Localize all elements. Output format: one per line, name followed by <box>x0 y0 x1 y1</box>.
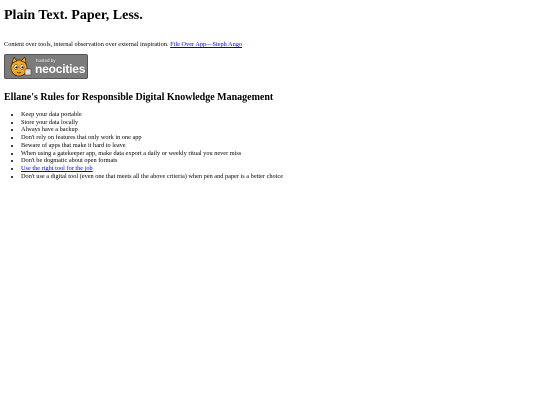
file-over-app-link[interactable]: File Over App—Steph Ango <box>170 41 242 48</box>
rules-list: Keep your data portable Store your data … <box>4 111 540 180</box>
rule-item: Don't rely on features that only work in… <box>21 134 540 142</box>
page: Plain Text. Paper, Less. Content over to… <box>0 0 540 180</box>
rules-heading: Ellane's Rules for Responsible Digital K… <box>4 92 274 103</box>
neocities-badge[interactable]: hosted by neocities <box>4 54 88 79</box>
tagline: Content over tools, internal observation… <box>4 41 540 49</box>
neocities-wordmark: neocities <box>35 62 86 76</box>
rule-item: Always have a backup <box>21 126 540 134</box>
right-tool-link[interactable]: Use the right tool for the job <box>21 165 93 172</box>
rule-item: Use the right tool for the job <box>21 165 540 173</box>
rule-item: Beware of apps that make it hard to leav… <box>21 142 540 150</box>
rule-item: Keep your data portable <box>21 111 540 119</box>
tagline-text: Content over tools, internal observation… <box>4 41 169 48</box>
rule-item: Don't use a digital tool (even one that … <box>21 173 540 181</box>
neocities-cat-icon <box>10 57 32 77</box>
rule-item: Don't be dogmatic about open formats <box>21 157 540 165</box>
page-title: Plain Text. Paper, Less. <box>4 8 143 23</box>
rule-item: When using a gatekeeper app, make data e… <box>21 150 540 158</box>
rule-item: Store your data locally <box>21 119 540 127</box>
